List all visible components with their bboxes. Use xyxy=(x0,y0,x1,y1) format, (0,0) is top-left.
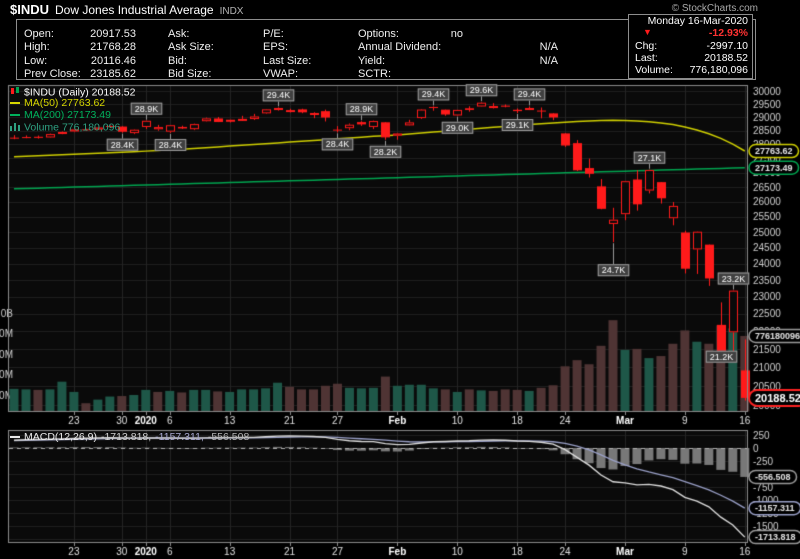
stockcharts-watermark: © StockCharts.com xyxy=(672,3,758,14)
quote-col-options: Options: no Annual Dividend: N/A Yield: N/A… xyxy=(358,28,558,82)
macd-legend-label: MACD(12,26,9) xyxy=(24,431,97,443)
ticker-exchange: INDX xyxy=(220,6,244,17)
options-value: no xyxy=(451,28,463,40)
bid-size-label: Bid Size: xyxy=(168,68,211,80)
volume-value: 776,180,096 xyxy=(690,64,748,76)
high-label: High: xyxy=(24,41,50,53)
options-label: Options: xyxy=(358,28,399,40)
quote-col-ohlc: Open: 20917.53 High: 21768.28 Low: 20116.46… xyxy=(24,28,136,82)
macd-legend: MACD(12,26,9) -1713.818, -1157.311, -556.50… xyxy=(10,431,249,443)
ticker-name: Dow Jones Industrial Average xyxy=(55,3,214,17)
eps-label: EPS: xyxy=(263,41,288,53)
annual-dividend-value: N/A xyxy=(540,41,558,53)
price-legend: $INDU (Daily) 20188.52 MA(50) 27763.62 M… xyxy=(10,86,135,133)
chg-value: -2997.10 xyxy=(707,40,748,52)
vwap-label: VWAP: xyxy=(263,68,298,80)
volume-legend-label: Volume 776,180,096 xyxy=(24,122,120,134)
ma50-legend-label: MA(50) 27763.62 xyxy=(24,97,105,109)
stockcharts-chart-page: $INDU Dow Jones Industrial Average INDX © … xyxy=(0,0,800,559)
ask-size-label: Ask Size: xyxy=(168,41,214,53)
ma200-line-icon xyxy=(10,114,20,116)
last-size-label: Last Size: xyxy=(263,55,311,67)
session-info-box: Monday 16-Mar-2020 ▼ -12.93% Chg: -2997.10… xyxy=(628,14,753,79)
volume-label: Volume: xyxy=(635,64,673,76)
low-value: 20116.46 xyxy=(91,55,136,67)
yield-label: Yield: xyxy=(358,55,385,67)
ma50-line-icon xyxy=(10,102,20,104)
chart-title-row: $INDU Dow Jones Industrial Average INDX xyxy=(10,2,243,17)
macd-hist-value: -556.508 xyxy=(208,431,249,443)
prev-close-label: Prev Close: xyxy=(24,68,81,80)
macd-signal-value: -1157.311, xyxy=(155,431,204,443)
quote-col-fundamentals: P/E: EPS: Last Size: VWAP: xyxy=(263,28,353,82)
bid-label: Bid: xyxy=(168,55,187,67)
macd-line-icon xyxy=(10,436,20,438)
macd-pane xyxy=(8,430,748,543)
last-label: Last: xyxy=(635,52,658,64)
volume-bars-icon xyxy=(10,121,21,135)
open-label: Open: xyxy=(24,28,54,40)
macd-value: -1713.818, xyxy=(101,431,151,443)
ask-label: Ask: xyxy=(168,28,189,40)
percent-change: -12.93% xyxy=(709,27,748,39)
annual-dividend-label: Annual Dividend: xyxy=(358,41,441,53)
high-value: 21768.28 xyxy=(90,41,136,53)
session-date: Monday 16-Mar-2020 xyxy=(648,15,748,27)
pe-label: P/E: xyxy=(263,28,284,40)
sctr-label: SCTR: xyxy=(358,68,391,80)
low-label: Low: xyxy=(24,55,47,67)
last-value: 20188.52 xyxy=(704,52,748,64)
ticker-symbol: $INDU xyxy=(10,2,49,17)
ma200-legend-label: MA(200) 27173.49 xyxy=(24,109,111,121)
down-triangle-icon: ▼ xyxy=(643,27,652,37)
open-value: 20917.53 xyxy=(90,28,136,40)
chg-label: Chg: xyxy=(635,40,657,52)
quote-col-bid-ask: Ask: Ask Size: Bid: Bid Size: xyxy=(168,28,258,82)
yield-value: N/A xyxy=(540,55,558,67)
prev-close-value: 23185.62 xyxy=(90,68,136,80)
